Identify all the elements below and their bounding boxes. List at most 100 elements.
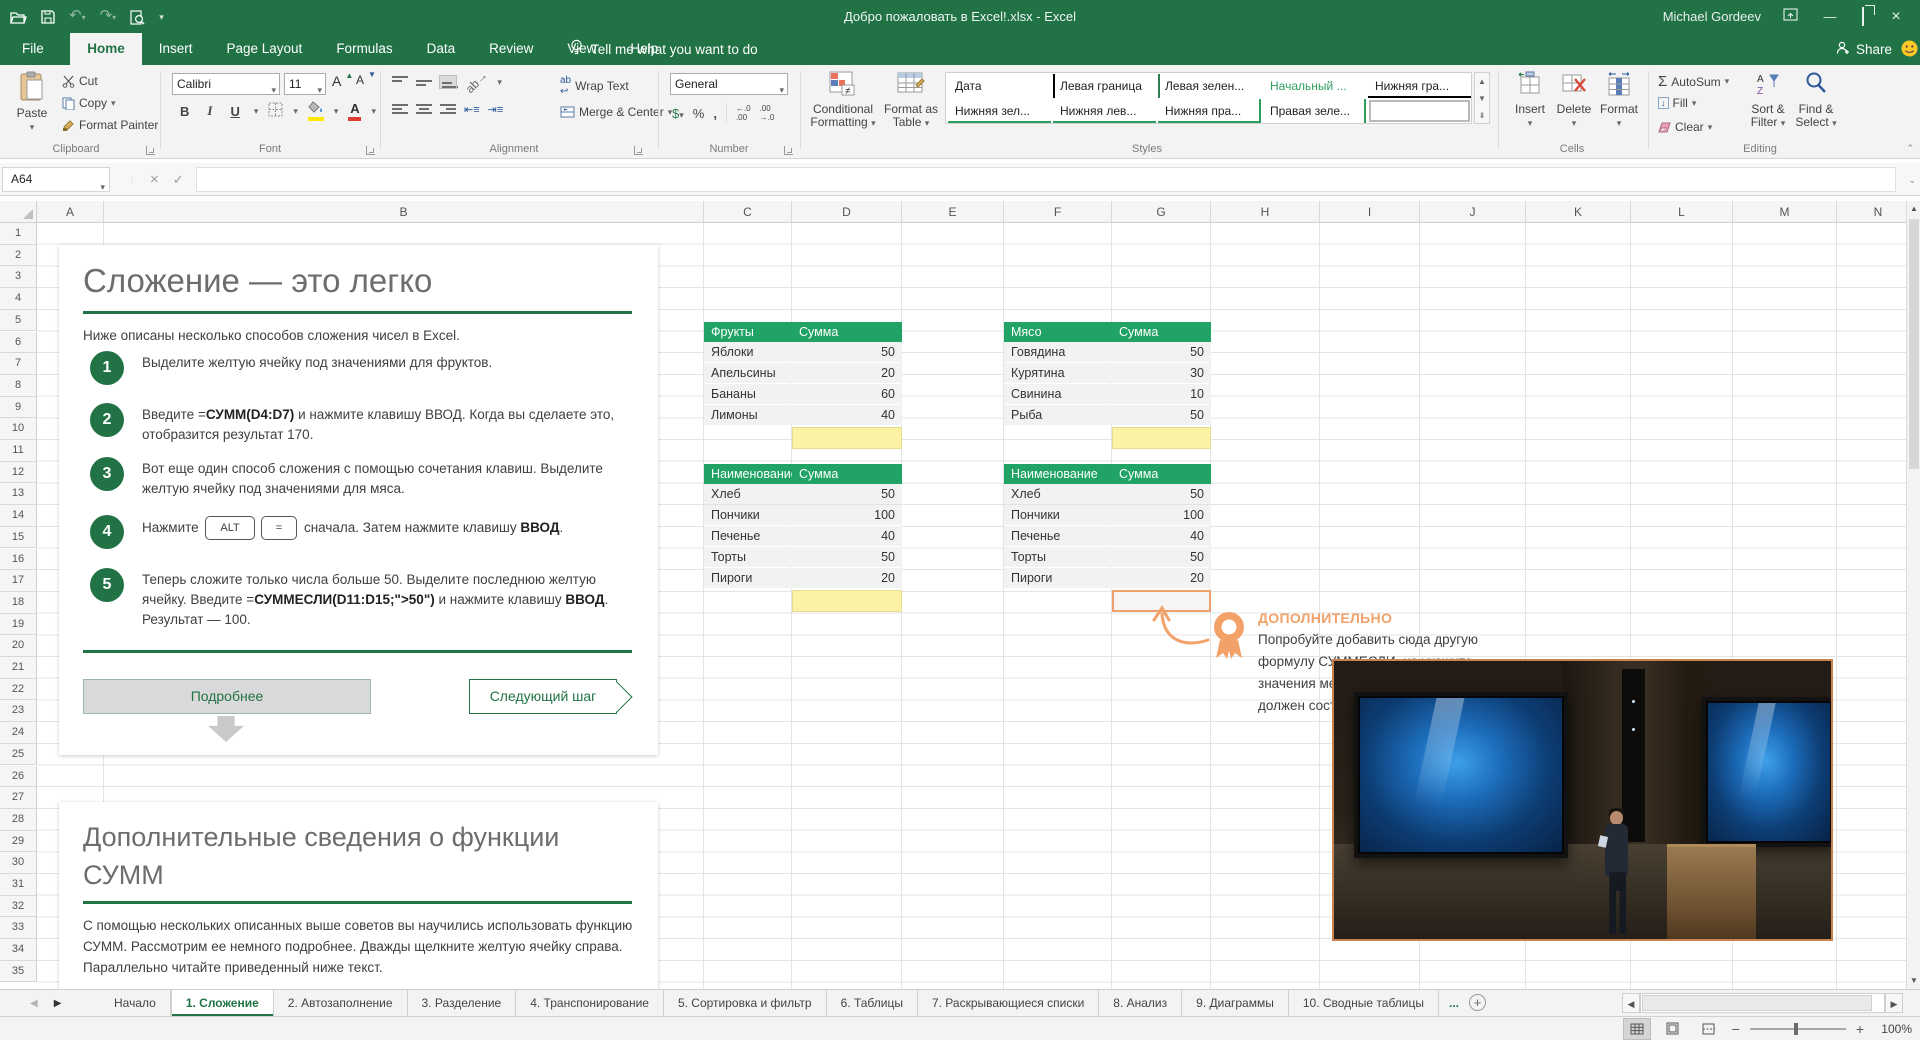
row-header-26[interactable]: 26 [0, 766, 37, 788]
top-align-button[interactable] [392, 76, 408, 88]
row-header-4[interactable]: 4 [0, 288, 37, 310]
decrease-decimal-button[interactable]: .00→.0 [760, 104, 775, 122]
clipboard-dialog-launcher[interactable] [146, 146, 155, 155]
more-details-button[interactable]: Подробнее [83, 679, 371, 714]
italic-button[interactable]: I [203, 103, 216, 119]
decrease-indent-button[interactable]: ⇤≡ [464, 103, 480, 116]
tab-page-layout[interactable]: Page Layout [210, 33, 320, 65]
increase-indent-button[interactable]: ⇥≡ [488, 103, 504, 116]
alignment-dialog-launcher[interactable] [634, 146, 643, 155]
orientation-button[interactable]: ab→ [463, 68, 491, 96]
sheet-tab-8-анализ[interactable]: 8. Анализ [1099, 990, 1182, 1016]
zoom-in-button[interactable]: + [1856, 1021, 1864, 1037]
row-header-10[interactable]: 10 [0, 418, 37, 440]
cell-style-4[interactable]: Начальный ... [1263, 74, 1366, 98]
delete-cells-button[interactable]: Delete▾ [1552, 71, 1596, 130]
column-header-J[interactable]: J [1420, 201, 1526, 223]
table-1-sum-cell[interactable] [792, 427, 902, 449]
row-header-16[interactable]: 16 [0, 549, 37, 571]
sheet-tabs-overflow[interactable]: ... [1439, 990, 1469, 1016]
cell-style-7[interactable]: Нижняя лев... [1053, 99, 1156, 123]
next-step-button[interactable]: Следующий шаг [469, 679, 617, 714]
tell-me-box[interactable]: Tell me what you want to do [570, 33, 758, 65]
restore-button[interactable] [1862, 8, 1864, 26]
column-header-I[interactable]: I [1320, 201, 1420, 223]
font-color-button[interactable]: A [348, 101, 361, 121]
row-header-34[interactable]: 34 [0, 939, 37, 961]
row-header-29[interactable]: 29 [0, 831, 37, 853]
row-header-30[interactable]: 30 [0, 852, 37, 874]
format-painter-button[interactable]: Format Painter [62, 118, 158, 132]
merge-center-button[interactable]: Merge & Center▾ [560, 105, 672, 119]
scroll-left-icon[interactable]: ◀ [1622, 993, 1640, 1013]
cell-style-2[interactable]: Левая граница [1053, 74, 1156, 98]
row-header-22[interactable]: 22 [0, 679, 37, 701]
fill-color-button[interactable] [308, 101, 324, 121]
column-header-B[interactable]: B [104, 201, 704, 223]
row-header-19[interactable]: 19 [0, 614, 37, 636]
column-header-F[interactable]: F [1004, 201, 1112, 223]
percent-style-button[interactable]: % [693, 106, 705, 121]
scroll-right-icon[interactable]: ▶ [1885, 993, 1903, 1013]
cell-style-3[interactable]: Левая зелен... [1158, 74, 1261, 98]
accounting-format-button[interactable]: $▾ [672, 106, 684, 121]
new-sheet-button[interactable]: + [1469, 994, 1486, 1011]
row-header-27[interactable]: 27 [0, 787, 37, 809]
scroll-up-icon[interactable]: ▲ [1907, 201, 1920, 217]
grow-font-button[interactable]: A▲ [332, 73, 353, 89]
row-header-33[interactable]: 33 [0, 917, 37, 939]
borders-button[interactable] [268, 102, 283, 120]
sheet-tab-6-таблицы[interactable]: 6. Таблицы [827, 990, 918, 1016]
tab-insert[interactable]: Insert [142, 33, 210, 65]
row-header-14[interactable]: 14 [0, 505, 37, 527]
underline-button[interactable]: U [226, 104, 243, 119]
row-header-9[interactable]: 9 [0, 397, 37, 419]
number-dialog-launcher[interactable] [784, 146, 793, 155]
column-header-D[interactable]: D [792, 201, 902, 223]
font-size-combo[interactable]: 11▾ [284, 73, 326, 95]
shrink-font-button[interactable]: A▼ [356, 73, 376, 87]
cell-style-6[interactable]: Нижняя зел... [948, 99, 1051, 123]
cell-style-5[interactable]: Нижняя гра... [1368, 74, 1471, 98]
column-header-E[interactable]: E [902, 201, 1004, 223]
row-header-5[interactable]: 5 [0, 310, 37, 332]
expand-formula-bar-icon[interactable]: ⌄ [1908, 175, 1916, 186]
select-all-corner[interactable] [0, 201, 37, 223]
format-cells-button[interactable]: Format▾ [1596, 71, 1642, 130]
horizontal-scrollbar[interactable]: ◀ ▶ [1622, 993, 1903, 1013]
underline-dropdown[interactable]: ▾ [254, 106, 259, 117]
row-header-3[interactable]: 3 [0, 266, 37, 288]
tab-formulas[interactable]: Formulas [319, 33, 409, 65]
zoom-slider[interactable] [1750, 1028, 1846, 1030]
cell-style-9[interactable]: Правая зеле... [1263, 99, 1366, 123]
feedback-smiley-icon[interactable] [1901, 40, 1918, 62]
row-header-21[interactable]: 21 [0, 657, 37, 679]
styles-gallery-scrollbar[interactable]: ▲▼⇟ [1474, 72, 1490, 124]
row-header-13[interactable]: 13 [0, 483, 37, 505]
font-dialog-launcher[interactable] [366, 146, 375, 155]
tab-data[interactable]: Data [410, 33, 473, 65]
font-family-combo[interactable]: Calibri▾ [172, 73, 280, 95]
row-header-11[interactable]: 11 [0, 440, 37, 462]
enter-formula-icon[interactable]: ✓ [173, 172, 184, 188]
sheet-tab-4-транспонирование[interactable]: 4. Транспонирование [516, 990, 664, 1016]
column-header-M[interactable]: M [1733, 201, 1837, 223]
row-header-32[interactable]: 32 [0, 896, 37, 918]
ribbon-display-options-icon[interactable] [1783, 8, 1798, 26]
tab-review[interactable]: Review [472, 33, 550, 65]
cell-style-10[interactable] [1368, 99, 1471, 123]
cell-style-1[interactable]: Дата [948, 74, 1051, 98]
column-header-A[interactable]: A [37, 201, 104, 223]
horizontal-scroll-thumb[interactable] [1642, 995, 1872, 1011]
row-header-25[interactable]: 25 [0, 744, 37, 766]
align-center-button[interactable] [416, 104, 432, 116]
collapse-ribbon-button[interactable]: ⌃ [1906, 143, 1914, 154]
bottom-align-button[interactable] [440, 76, 456, 88]
find-select-button[interactable]: Find &Select ▾ [1792, 71, 1840, 130]
row-header-24[interactable]: 24 [0, 722, 37, 744]
formula-input[interactable] [196, 167, 1896, 192]
name-box[interactable]: A64▾ [2, 167, 110, 192]
column-header-H[interactable]: H [1211, 201, 1320, 223]
sort-filter-button[interactable]: AZ Sort &Filter ▾ [1744, 71, 1792, 130]
row-header-1[interactable]: 1 [0, 223, 37, 245]
